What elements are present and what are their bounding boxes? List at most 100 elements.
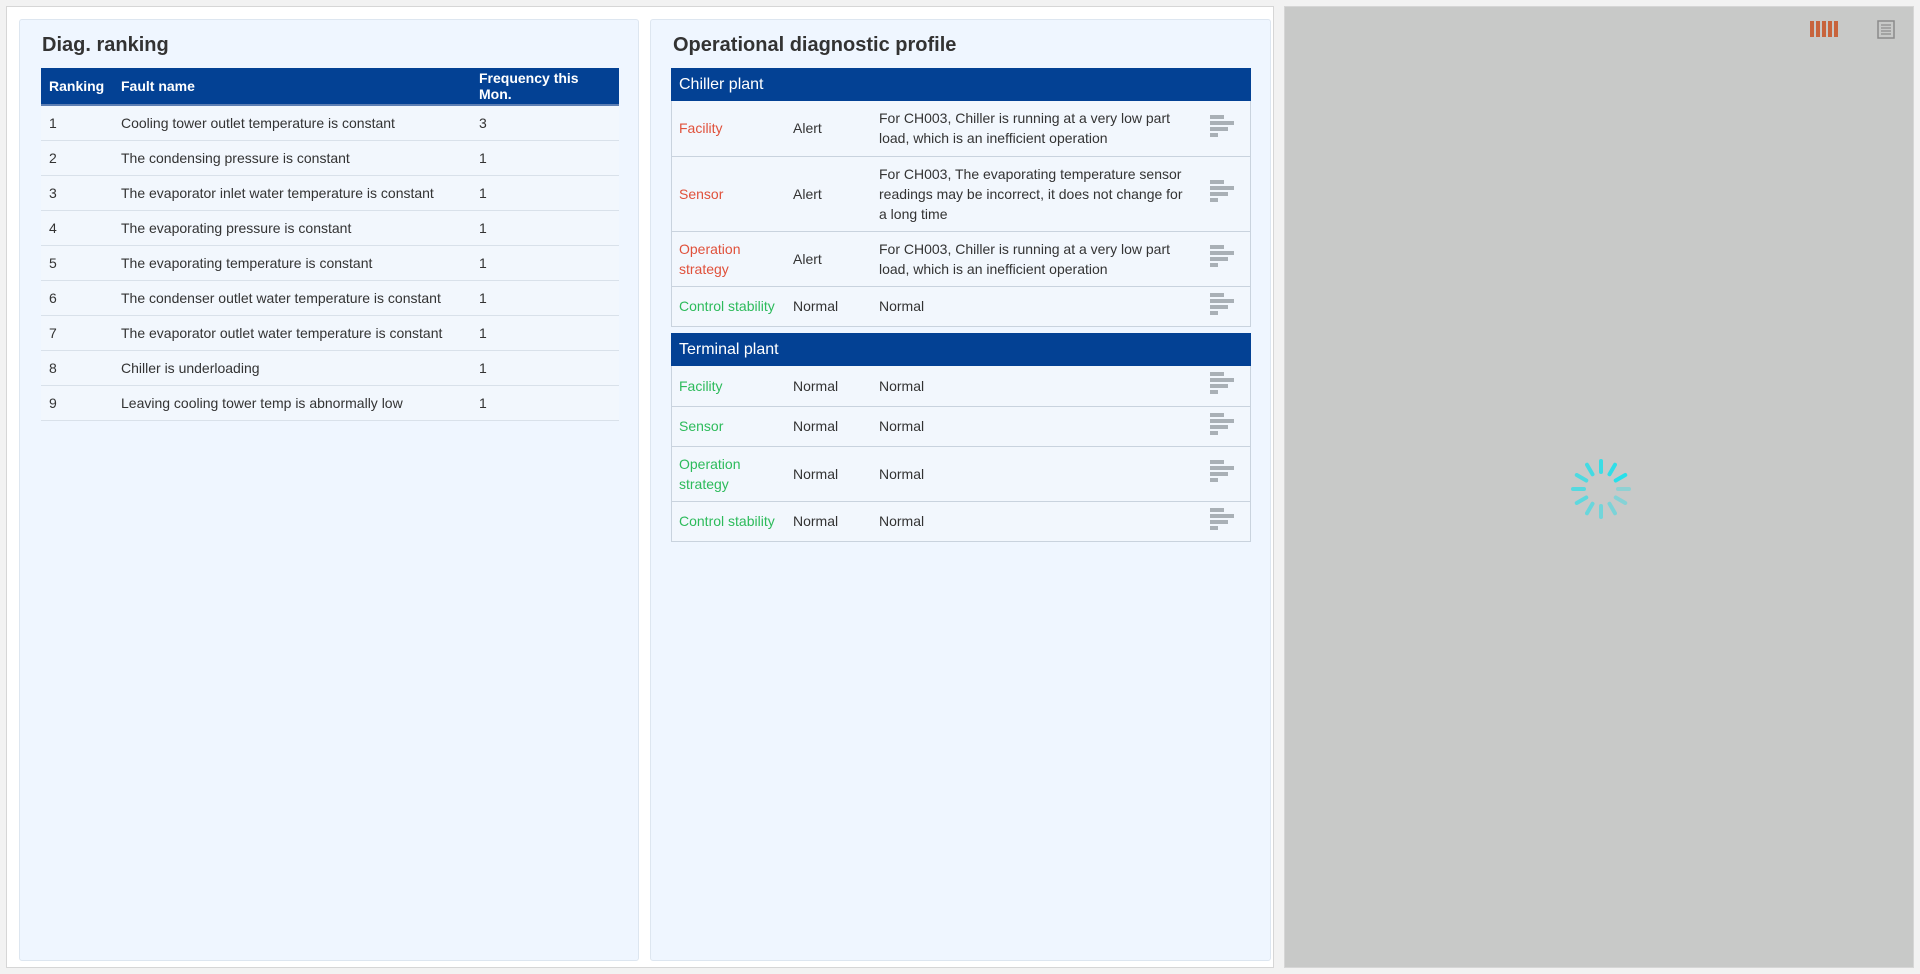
profile-row: Control stability Normal Normal (671, 286, 1251, 327)
bar-chart-icon[interactable] (1210, 113, 1234, 139)
spinner-segment (1574, 473, 1589, 483)
description-text: For CH003, Chiller is running at a very … (872, 101, 1194, 157)
frequency-cell: 3 (471, 105, 619, 141)
detail-button[interactable] (1194, 366, 1251, 407)
profile-row: Operation strategy Normal Normal (671, 446, 1251, 502)
frequency-cell: 1 (471, 210, 619, 246)
fault-name-cell: Chiller is underloading (113, 350, 471, 386)
detail-button[interactable] (1194, 231, 1251, 287)
profile-row: Sensor Normal Normal (671, 406, 1251, 447)
table-row[interactable]: 4 The evaporating pressure is constant 1 (41, 210, 619, 246)
loading-spinner-icon (1571, 459, 1631, 519)
bar-chart-icon[interactable] (1210, 178, 1234, 204)
bar-chart-icon[interactable] (1210, 291, 1234, 317)
frequency-cell: 1 (471, 350, 619, 386)
fault-name-cell: The condenser outlet water temperature i… (113, 280, 471, 316)
spinner-segment (1607, 501, 1617, 516)
spinner-segment (1613, 473, 1628, 483)
frequency-cell: 1 (471, 175, 619, 211)
status-label: Normal (786, 446, 872, 502)
category-label: Control stability (671, 286, 786, 327)
profile-row: Sensor Alert For CH003, The evaporating te… (671, 156, 1251, 232)
description-text: For CH003, The evaporating temperature s… (872, 156, 1194, 232)
terminal-plant-header: Terminal plant (671, 333, 1251, 366)
spinner-segment (1585, 501, 1595, 516)
ranking-header-row: Ranking Fault name Frequency this Mon. (41, 68, 619, 106)
chart-panel (1284, 6, 1914, 968)
columns-icon[interactable] (1810, 21, 1840, 42)
fault-name-cell: The condensing pressure is constant (113, 140, 471, 176)
category-label: Operation strategy (671, 446, 786, 502)
terminal-plant-section: Terminal plant Facility Normal Normal Senso… (671, 333, 1251, 542)
table-row[interactable]: 8 Chiller is underloading 1 (41, 350, 619, 386)
diagnostic-profile-panel: Operational diagnostic profile Chiller p… (650, 19, 1271, 961)
frequency-cell: 1 (471, 245, 619, 281)
ranking-cell: 1 (41, 105, 113, 141)
profile-row: Facility Alert For CH003, Chiller is runni… (671, 101, 1251, 157)
column-header-frequency[interactable]: Frequency this Mon. (471, 68, 619, 106)
ranking-table: Ranking Fault name Frequency this Mon. 1… (41, 68, 619, 421)
detail-button[interactable] (1194, 501, 1251, 542)
ranking-cell: 6 (41, 280, 113, 316)
spinner-segment (1574, 495, 1589, 505)
bar-chart-icon[interactable] (1210, 243, 1234, 269)
frequency-cell: 1 (471, 140, 619, 176)
frequency-cell: 1 (471, 385, 619, 421)
table-row[interactable]: 2 The condensing pressure is constant 1 (41, 140, 619, 176)
bar-chart-icon[interactable] (1210, 370, 1234, 396)
chiller-plant-section: Chiller plant Facility Alert For CH003, Ch… (671, 68, 1251, 327)
chiller-plant-header: Chiller plant (671, 68, 1251, 101)
detail-button[interactable] (1194, 156, 1251, 232)
diagnostic-profile-title: Operational diagnostic profile (673, 34, 957, 56)
ranking-cell: 9 (41, 385, 113, 421)
table-row[interactable]: 6 The condenser outlet water temperature … (41, 280, 619, 316)
table-row[interactable]: 5 The evaporating temperature is constant… (41, 245, 619, 281)
bar-chart-icon[interactable] (1210, 458, 1234, 484)
bar-chart-icon[interactable] (1210, 506, 1234, 532)
bar-chart-icon[interactable] (1210, 411, 1234, 437)
detail-button[interactable] (1194, 446, 1251, 502)
table-row[interactable]: 7 The evaporator outlet water temperature… (41, 315, 619, 351)
detail-button[interactable] (1194, 406, 1251, 447)
ranking-cell: 3 (41, 175, 113, 211)
fault-name-cell: Cooling tower outlet temperature is cons… (113, 105, 471, 141)
spinner-segment (1613, 495, 1628, 505)
status-label: Alert (786, 231, 872, 287)
detail-button[interactable] (1194, 101, 1251, 157)
status-label: Normal (786, 286, 872, 327)
column-header-ranking[interactable]: Ranking (41, 68, 113, 106)
category-label: Facility (671, 101, 786, 157)
ranking-cell: 2 (41, 140, 113, 176)
table-row[interactable]: 9 Leaving cooling tower temp is abnormall… (41, 385, 619, 421)
ranking-cell: 5 (41, 245, 113, 281)
description-text: Normal (872, 406, 1194, 447)
category-label: Operation strategy (671, 231, 786, 287)
description-text: Normal (872, 286, 1194, 327)
status-label: Normal (786, 366, 872, 407)
description-text: Normal (872, 366, 1194, 407)
fault-name-cell: The evaporating pressure is constant (113, 210, 471, 246)
dashboard-container: Diag. ranking Ranking Fault name Frequen… (6, 6, 1274, 968)
status-label: Normal (786, 501, 872, 542)
profile-row: Facility Normal Normal (671, 366, 1251, 407)
data-view-icon[interactable] (1877, 20, 1895, 39)
frequency-cell: 1 (471, 315, 619, 351)
ranking-cell: 7 (41, 315, 113, 351)
fault-name-cell: The evaporator outlet water temperature … (113, 315, 471, 351)
ranking-cell: 4 (41, 210, 113, 246)
profile-row: Operation strategy Alert For CH003, Chille… (671, 231, 1251, 287)
ranking-cell: 8 (41, 350, 113, 386)
description-text: Normal (872, 446, 1194, 502)
column-header-fault-name[interactable]: Fault name (113, 68, 471, 106)
description-text: Normal (872, 501, 1194, 542)
chiller-plant-table: Facility Alert For CH003, Chiller is runni… (671, 101, 1251, 327)
table-row[interactable]: 1 Cooling tower outlet temperature is con… (41, 105, 619, 141)
table-row[interactable]: 3 The evaporator inlet water temperature … (41, 175, 619, 211)
category-label: Sensor (671, 156, 786, 232)
profile-row: Control stability Normal Normal (671, 501, 1251, 542)
category-label: Facility (671, 366, 786, 407)
detail-button[interactable] (1194, 286, 1251, 327)
fault-name-cell: The evaporating temperature is constant (113, 245, 471, 281)
spinner-segment (1607, 462, 1617, 477)
status-label: Normal (786, 406, 872, 447)
